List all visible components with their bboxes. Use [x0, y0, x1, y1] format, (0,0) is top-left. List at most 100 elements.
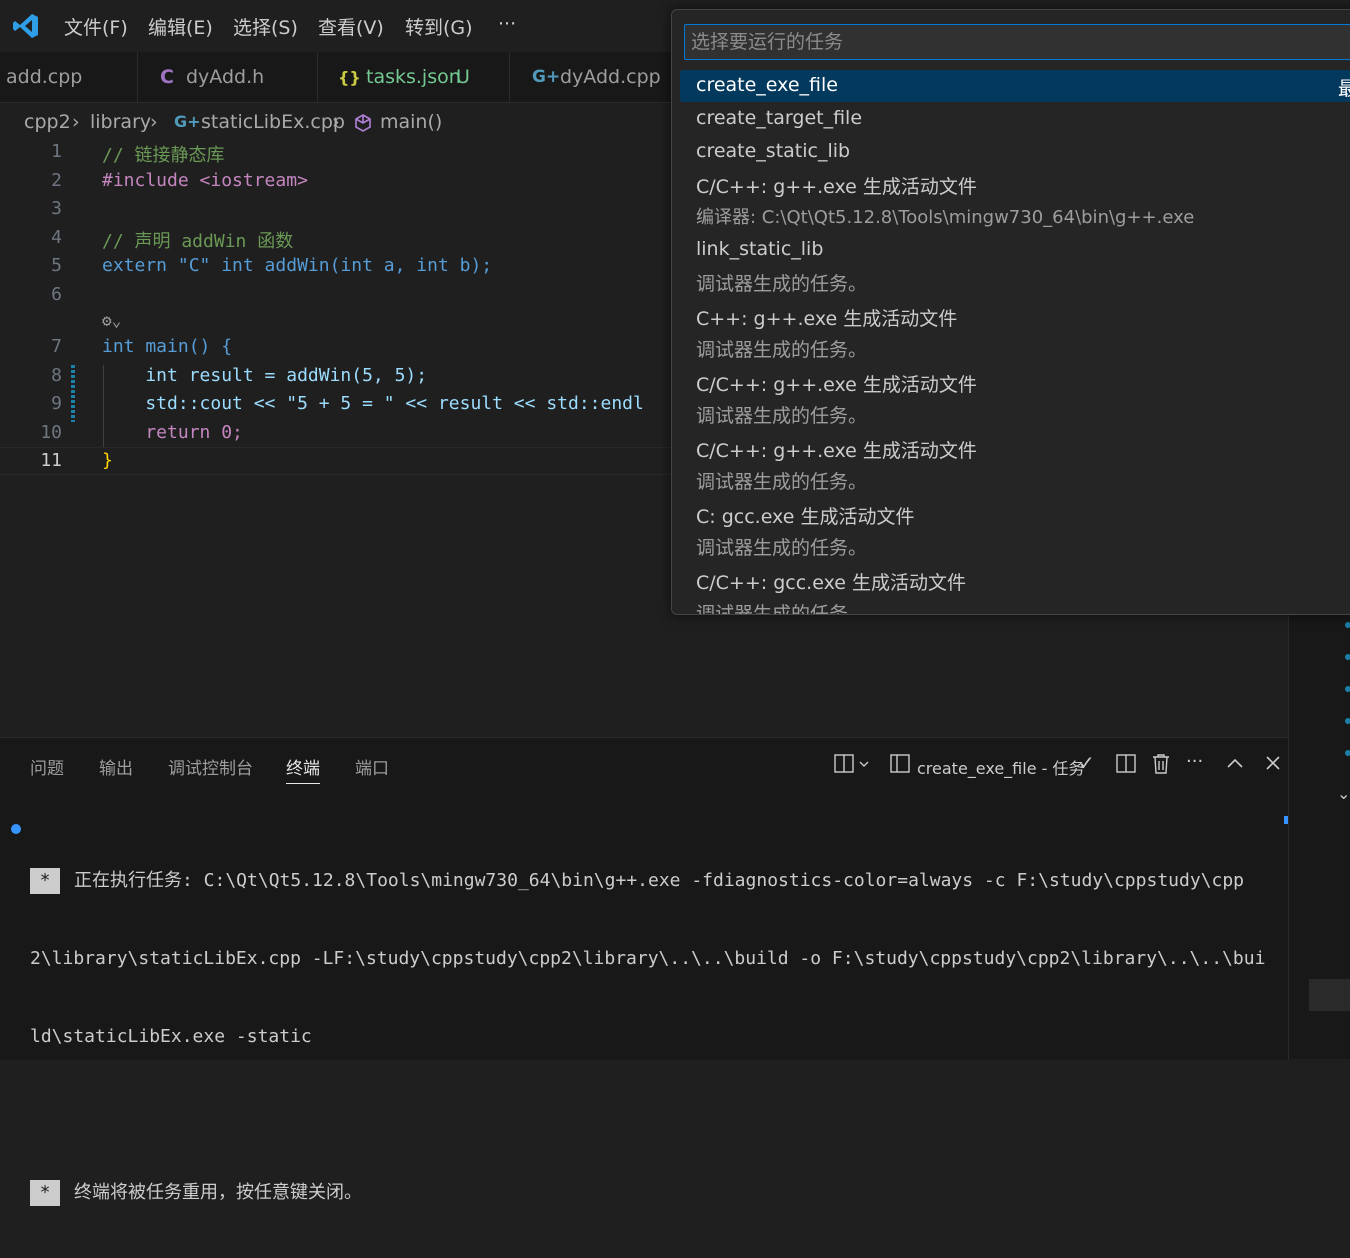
terminal-star: *: [30, 868, 60, 894]
code-line: // 声明 addWin 函数: [102, 231, 294, 252]
code-line: int main() {: [102, 336, 233, 357]
tab-problems[interactable]: 问题: [30, 754, 64, 779]
line-number: 9: [51, 393, 62, 414]
scrollbar-marker: [1284, 816, 1288, 824]
code-line: extern "C" int addWin(int a, int b);: [102, 255, 493, 276]
terminal-line: 正在执行任务: C:\Qt\Qt5.12.8\Tools\mingw730_64…: [74, 870, 1245, 891]
terminal-instance-icon: [890, 754, 910, 773]
terminal-output[interactable]: * 正在执行任务: C:\Qt\Qt5.12.8\Tools\mingw730_6…: [30, 816, 1265, 1258]
quick-pick-input[interactable]: [684, 24, 1350, 60]
quick-pick-item-label: C: gcc.exe 生成活动文件: [696, 506, 915, 528]
quick-pick-item[interactable]: C/C++: g++.exe 生成活动文件 编译器: C:\Qt\Qt5.12.…: [680, 172, 1350, 236]
quick-pick-item-detail: 编译器: C:\Qt\Qt5.12.8\Tools\mingw730_64\bi…: [696, 207, 1195, 228]
split-terminal-icon[interactable]: [1116, 754, 1136, 774]
symbol-method-icon: [355, 114, 371, 132]
quick-pick-item-detail: 调试器生成的任务。: [696, 471, 868, 493]
status-dot: [1345, 750, 1350, 756]
scroll-thumb[interactable]: [1309, 979, 1350, 1011]
codelens-gear-icon[interactable]: ⚙⌄: [102, 311, 121, 330]
chevron-right-icon: ›: [72, 111, 80, 133]
code-line: return 0;: [102, 422, 243, 443]
terminal-line: ld\staticLibEx.exe -static: [30, 1026, 312, 1047]
code-line: // 链接静态库: [102, 145, 225, 166]
untracked-badge: U: [456, 66, 470, 88]
breadcrumb-file[interactable]: staticLibEx.cpp: [201, 111, 345, 133]
quick-pick-item-label: C/C++: g++.exe 生成活动文件: [696, 176, 977, 198]
menu-file[interactable]: 文件(F): [64, 13, 128, 40]
quick-pick-item[interactable]: create_target_file: [680, 107, 1350, 139]
status-dot: [1345, 686, 1350, 692]
tab-dyadd-cpp[interactable]: G+ dyAdd.cpp: [510, 52, 671, 102]
quick-pick-run-task: create_exe_file 最 create_target_file cre…: [671, 9, 1350, 615]
line-number: 8: [51, 365, 62, 386]
quick-pick-item-label: link_static_lib: [696, 238, 824, 260]
c-header-icon: C: [160, 66, 174, 88]
new-terminal-split-icon[interactable]: [834, 754, 870, 774]
code-line: std::cout << "5 + 5 = " << result << std…: [102, 393, 644, 414]
quick-pick-item[interactable]: link_static_lib 调试器生成的任务。: [680, 238, 1350, 302]
line-number: 5: [51, 255, 62, 276]
status-dot: [1345, 718, 1350, 724]
line-number: 7: [51, 336, 62, 357]
quick-pick-item[interactable]: C/C++: g++.exe 生成活动文件 调试器生成的任务。: [680, 370, 1350, 434]
maximize-panel-icon[interactable]: [1226, 756, 1244, 770]
terminal-name[interactable]: create_exe_file - 任务: [917, 755, 1085, 779]
line-number: 4: [51, 227, 62, 248]
quick-pick-item-label: create_static_lib: [696, 140, 851, 162]
menu-selection[interactable]: 选择(S): [233, 13, 298, 40]
quick-pick-item-detail: 调试器生成的任务。: [696, 405, 868, 427]
quick-pick-item-detail: 调试器生成的任务。: [696, 273, 868, 295]
line-number: 6: [51, 284, 62, 305]
quick-pick-item-label: C/C++: g++.exe 生成活动文件: [696, 440, 977, 462]
terminal-line: 终端将被任务重用，按任意键关闭。: [74, 1182, 362, 1203]
quick-pick-item[interactable]: C/C++: g++.exe 生成活动文件 调试器生成的任务。: [680, 436, 1350, 500]
menu-more-button[interactable]: ···: [498, 13, 516, 35]
quick-pick-item-label: C/C++: gcc.exe 生成活动文件: [696, 572, 966, 594]
tab-dyadd-h[interactable]: C dyAdd.h: [138, 52, 318, 102]
bottom-panel: 问题 输出 调试控制台 终端 端口 create_exe_file - 任务 ✓…: [0, 737, 1288, 1206]
quick-pick-item-detail: 调试器生成的任务。: [696, 537, 868, 559]
status-dot: [1345, 654, 1350, 660]
menu-go[interactable]: 转到(G): [405, 13, 473, 40]
git-change-indicator: [71, 365, 75, 422]
indent-guide: [103, 365, 104, 447]
breadcrumb-symbol[interactable]: main(): [380, 111, 442, 133]
recently-used-badge: 最: [1338, 74, 1350, 101]
quick-pick-item[interactable]: C: gcc.exe 生成活动文件 调试器生成的任务。: [680, 502, 1350, 566]
trash-icon[interactable]: [1151, 753, 1171, 775]
quick-pick-item[interactable]: C/C++: gcc.exe 生成活动文件 调试器生成的任务。: [680, 568, 1350, 614]
tab-debug-console[interactable]: 调试控制台: [168, 754, 253, 779]
tab-ports[interactable]: 端口: [355, 754, 389, 779]
breadcrumb-cpp2[interactable]: cpp2: [24, 111, 71, 133]
quick-pick-item[interactable]: create_static_lib: [680, 140, 1350, 172]
tab-tasks-json[interactable]: {} tasks.json U: [318, 52, 510, 102]
tab-terminal[interactable]: 终端: [286, 754, 320, 784]
quick-pick-item-selected[interactable]: create_exe_file 最: [680, 70, 1350, 102]
more-actions-icon[interactable]: ···: [1186, 751, 1203, 772]
vscode-logo-icon: [13, 14, 38, 38]
tab-output[interactable]: 输出: [99, 754, 133, 779]
tab-add-cpp[interactable]: add.cpp: [0, 52, 138, 102]
menu-view[interactable]: 查看(V): [318, 13, 384, 40]
chevron-down-icon[interactable]: ⌄: [1337, 784, 1350, 803]
terminal-line: 2\library\staticLibEx.cpp -LF:\study\cpp…: [30, 948, 1266, 969]
menu-edit[interactable]: 编辑(E): [148, 13, 213, 40]
close-panel-icon[interactable]: [1265, 755, 1281, 771]
tab-label: dyAdd.cpp: [560, 66, 661, 88]
chevron-right-icon: ›: [150, 111, 158, 133]
line-number: 2: [51, 170, 62, 191]
quick-pick-item-detail: 调试器生成的任务。: [696, 339, 868, 361]
tab-label: add.cpp: [6, 66, 83, 88]
cpp-file-icon: G+: [174, 112, 201, 131]
chevron-right-icon: ›: [332, 111, 340, 133]
quick-pick-item[interactable]: C++: g++.exe 生成活动文件 调试器生成的任务。: [680, 304, 1350, 368]
quick-pick-item-label: create_target_file: [696, 107, 863, 129]
line-number: 1: [51, 141, 62, 162]
code-line: int result = addWin(5, 5);: [102, 365, 428, 386]
breadcrumb-library[interactable]: library: [90, 111, 151, 133]
quick-pick-item-label: create_exe_file: [696, 74, 838, 96]
terminal-command-decoration[interactable]: [11, 824, 21, 834]
code-line: }: [102, 450, 113, 471]
cpp-file-icon: G+: [532, 67, 561, 87]
json-braces-icon: {}: [338, 68, 361, 87]
